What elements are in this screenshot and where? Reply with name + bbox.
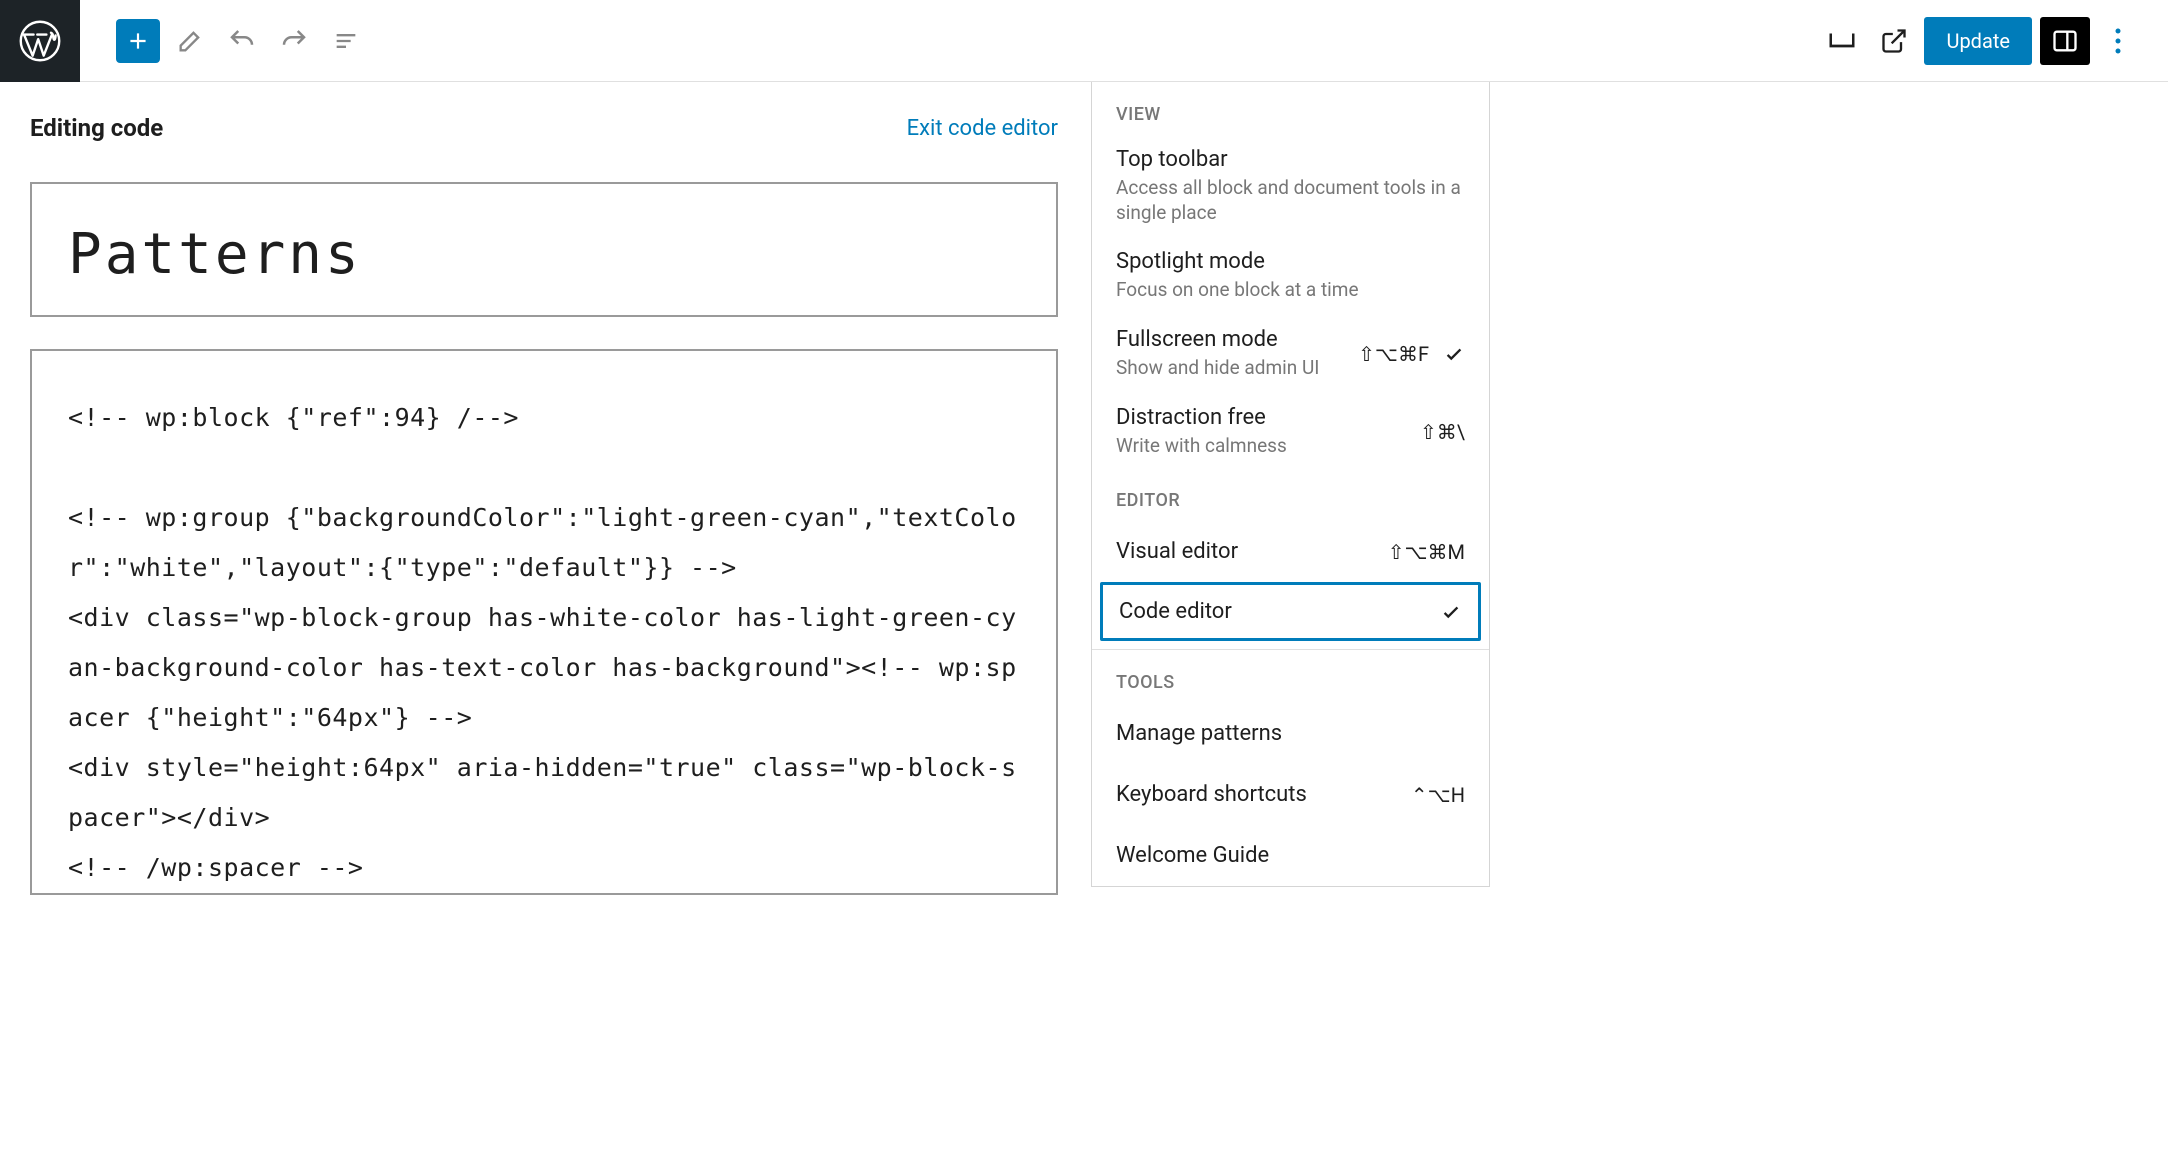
sidebar-icon (2051, 27, 2079, 55)
undo-button[interactable] (220, 19, 264, 63)
menu-item-code-editor[interactable]: Code editor (1100, 582, 1481, 641)
wordpress-logo[interactable] (0, 0, 80, 82)
menu-section-editor: EDITOR (1092, 470, 1489, 521)
code-editor-area: Editing code Exit code editor Patterns <… (0, 82, 1088, 895)
redo-button[interactable] (272, 19, 316, 63)
editing-code-label: Editing code (30, 114, 163, 142)
list-icon (332, 27, 360, 55)
tools-button[interactable] (168, 19, 212, 63)
options-menu: VIEW Top toolbar Access all block and do… (1091, 82, 1490, 887)
redo-icon (279, 26, 309, 56)
code-content-box[interactable]: <!-- wp:block {"ref":94} /--> <!-- wp:gr… (30, 349, 1058, 895)
menu-item-visual-editor[interactable]: Visual editor ⇧⌥⌘M (1092, 521, 1489, 582)
menu-item-welcome-guide[interactable]: Welcome Guide (1092, 825, 1489, 886)
more-vertical-icon (2115, 28, 2121, 54)
view-button[interactable] (1820, 19, 1864, 63)
options-button[interactable] (2098, 17, 2138, 65)
menu-item-fullscreen-mode[interactable]: Fullscreen mode Show and hide admin UI ⇧… (1092, 315, 1489, 393)
pencil-icon (176, 27, 204, 55)
menu-section-view: VIEW (1092, 82, 1489, 135)
update-button[interactable]: Update (1924, 17, 2032, 65)
desktop-icon (1827, 26, 1857, 56)
external-link-icon (1880, 27, 1908, 55)
wordpress-icon (18, 19, 62, 63)
menu-item-manage-patterns[interactable]: Manage patterns (1092, 703, 1489, 764)
menu-item-keyboard-shortcuts[interactable]: Keyboard shortcuts ⌃⌥H (1092, 764, 1489, 825)
top-toolbar: Update (0, 0, 2168, 82)
plus-icon (125, 28, 151, 54)
check-icon (1440, 601, 1462, 623)
toolbar-left (80, 19, 368, 63)
undo-icon (227, 26, 257, 56)
preview-external-button[interactable] (1872, 19, 1916, 63)
check-icon (1443, 343, 1465, 365)
menu-section-tools: TOOLS (1092, 650, 1489, 703)
post-title[interactable]: Patterns (68, 222, 1020, 287)
exit-code-editor-link[interactable]: Exit code editor (907, 116, 1058, 141)
add-block-button[interactable] (116, 19, 160, 63)
menu-item-spotlight-mode[interactable]: Spotlight mode Focus on one block at a t… (1092, 237, 1489, 315)
menu-item-distraction-free[interactable]: Distraction free Write with calmness ⇧⌘\ (1092, 393, 1489, 471)
toolbar-right: Update (1820, 17, 2168, 65)
menu-item-top-toolbar[interactable]: Top toolbar Access all block and documen… (1092, 135, 1489, 237)
editor-header: Editing code Exit code editor (30, 114, 1058, 142)
post-title-box[interactable]: Patterns (30, 182, 1058, 317)
document-overview-button[interactable] (324, 19, 368, 63)
settings-sidebar-button[interactable] (2040, 17, 2090, 65)
